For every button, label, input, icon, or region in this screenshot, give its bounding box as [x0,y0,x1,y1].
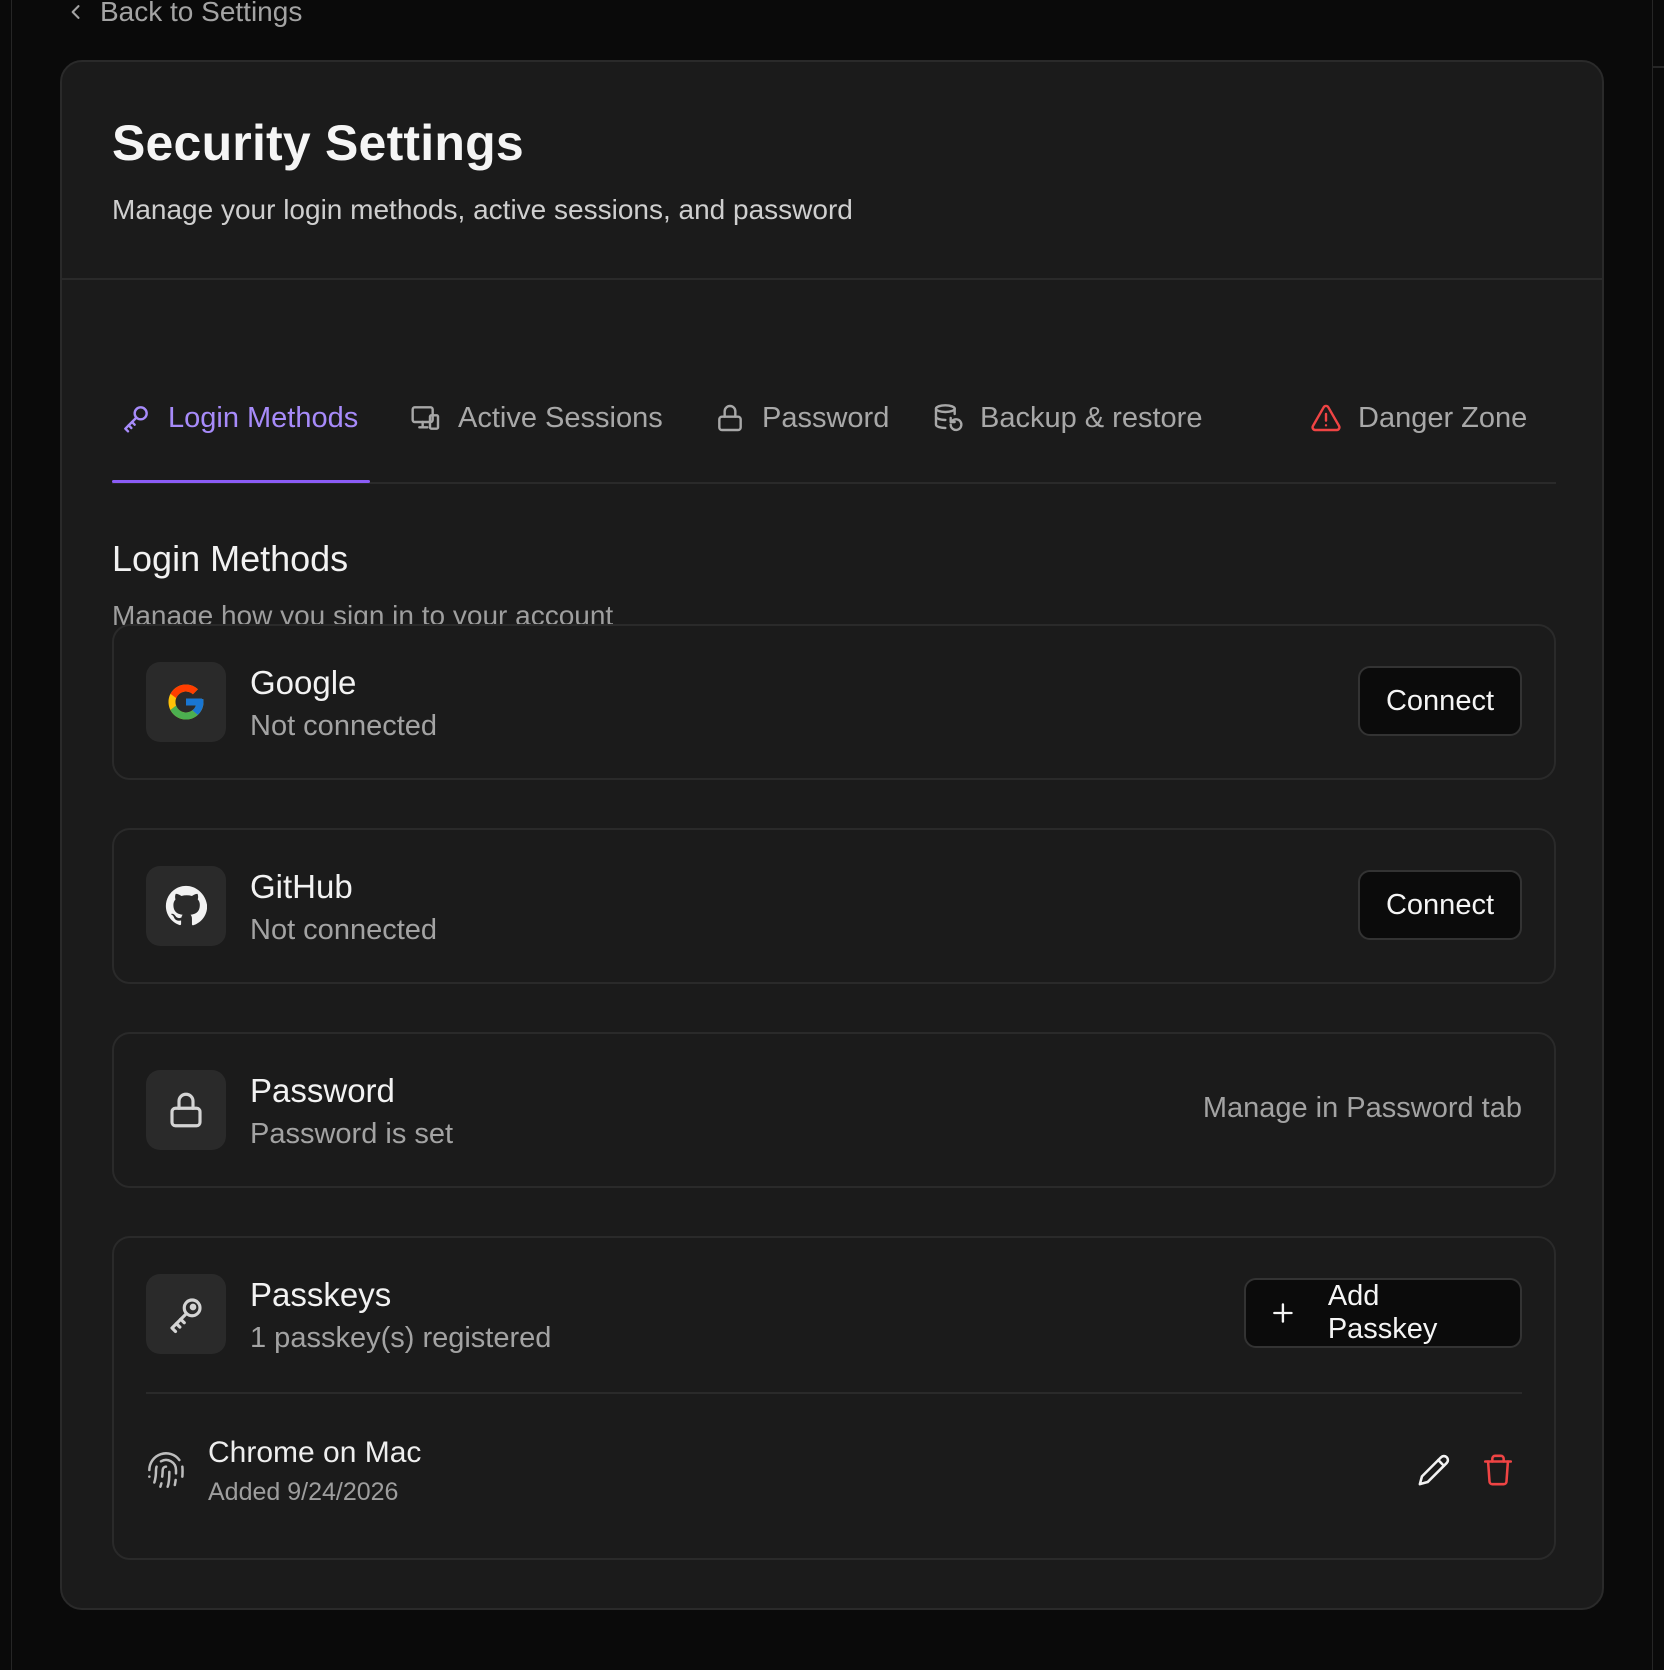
tab-danger-zone[interactable]: Danger Zone [1302,352,1527,484]
delete-passkey-button[interactable] [1476,1448,1520,1492]
login-method-google: Google Not connected Connect [112,624,1556,780]
key-icon [124,406,148,433]
page-left-rule [11,0,12,1670]
security-settings-card: Security Settings Manage your login meth… [60,60,1604,1610]
login-method-password: Password Password is set Manage in Passw… [112,1032,1556,1188]
method-name: Google [250,664,357,701]
tab-backup-restore[interactable]: Backup & restore [924,352,1202,484]
page-title: Security Settings [112,115,524,171]
warning-icon [1311,404,1341,432]
tab-password[interactable]: Password [706,352,889,484]
passkey-list-item: Chrome on Mac Added 9/24/2026 [146,1426,1522,1526]
section-title: Login Methods [112,538,349,579]
devices-icon [411,406,440,430]
tab-label: Login Methods [168,401,359,434]
add-passkey-label: Add Passkey [1327,1280,1438,1345]
passkey-name: Chrome on Mac [208,1436,422,1469]
pencil-icon [1418,1454,1450,1486]
passkey-added-date: Added 9/24/2026 [208,1478,399,1506]
lock-icon [718,404,742,432]
active-tab-indicator [112,480,370,483]
method-status: 1 passkey(s) registered [250,1322,552,1354]
tab-login-methods[interactable]: Login Methods [112,352,358,484]
fingerprint-icon [148,1452,184,1488]
tab-bar: Login Methods Active Sessions Password B… [112,352,1556,484]
manage-password-note: Manage in Password tab [1202,1092,1522,1124]
tab-label: Backup & restore [980,401,1203,434]
github-icon [146,866,226,946]
method-name: Password [250,1072,395,1109]
back-to-settings-link[interactable]: Back to Settings [66,0,302,27]
google-icon [146,662,226,742]
chevron-left-icon [71,5,80,19]
login-method-github: GitHub Not connected Connect [112,828,1556,984]
add-passkey-button[interactable]: Add Passkey [1244,1278,1522,1348]
edit-passkey-button[interactable] [1412,1448,1456,1492]
method-status: Not connected [250,710,438,742]
login-method-passkeys: Passkeys 1 passkey(s) registered Add Pas… [112,1236,1556,1560]
tab-label: Danger Zone [1358,401,1528,434]
lock-icon [146,1070,226,1150]
back-link-label: Back to Settings [100,0,303,27]
page-right-rule [1652,0,1653,1670]
connect-google-button[interactable]: Connect [1358,666,1522,736]
method-name: GitHub [250,868,353,905]
method-name: Passkeys [250,1276,392,1313]
tab-label: Password [762,401,890,434]
plus-icon [1273,1303,1293,1323]
method-status: Password is set [250,1118,454,1150]
tab-active-sessions[interactable]: Active Sessions [402,352,663,484]
method-status: Not connected [250,914,438,946]
tab-label: Active Sessions [458,401,663,434]
database-restore-icon [934,404,963,432]
card-header: Security Settings Manage your login meth… [62,62,1602,280]
trash-icon [1483,1454,1513,1486]
key-icon [146,1274,226,1354]
connect-github-button[interactable]: Connect [1358,870,1522,940]
page-subtitle: Manage your login methods, active sessio… [112,194,853,225]
scrollbar-mark [1652,66,1664,68]
passkey-divider [146,1392,1522,1394]
